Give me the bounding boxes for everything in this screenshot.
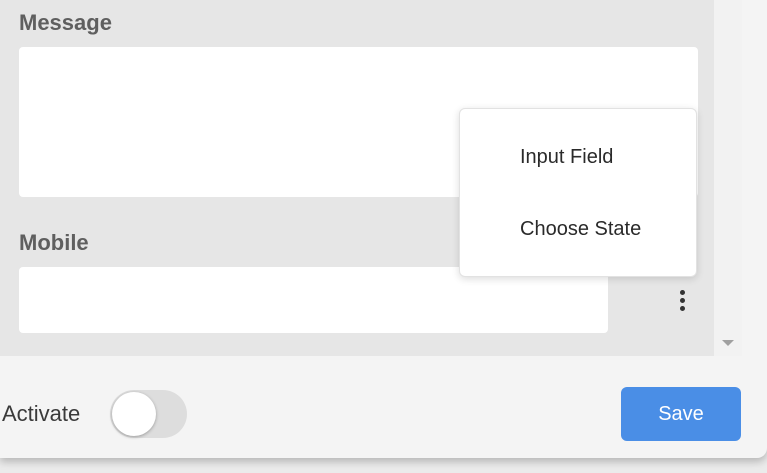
activate-label: Activate — [2, 401, 81, 426]
menu-item-input-field[interactable]: Input Field — [520, 146, 613, 169]
save-button[interactable]: Save — [621, 387, 741, 441]
scroll-down-arrow-icon[interactable] — [722, 340, 734, 346]
field-context-menu: Input Field Choose State — [459, 108, 697, 277]
activate-toggle[interactable] — [110, 390, 187, 438]
message-label: Message — [19, 10, 112, 35]
toggle-knob — [112, 392, 156, 436]
menu-item-choose-state[interactable]: Choose State — [520, 218, 641, 241]
kebab-dot — [679, 289, 685, 295]
kebab-dot — [679, 297, 685, 303]
scrollbar-track[interactable] — [714, 0, 742, 356]
form-scroll-area: Message Mobile Input Field Choose State — [0, 0, 742, 356]
kebab-menu-icon[interactable] — [670, 286, 694, 314]
kebab-dot — [679, 305, 685, 311]
form-dialog: Message Mobile Input Field Choose State … — [0, 0, 767, 458]
mobile-label: Mobile — [19, 230, 89, 255]
